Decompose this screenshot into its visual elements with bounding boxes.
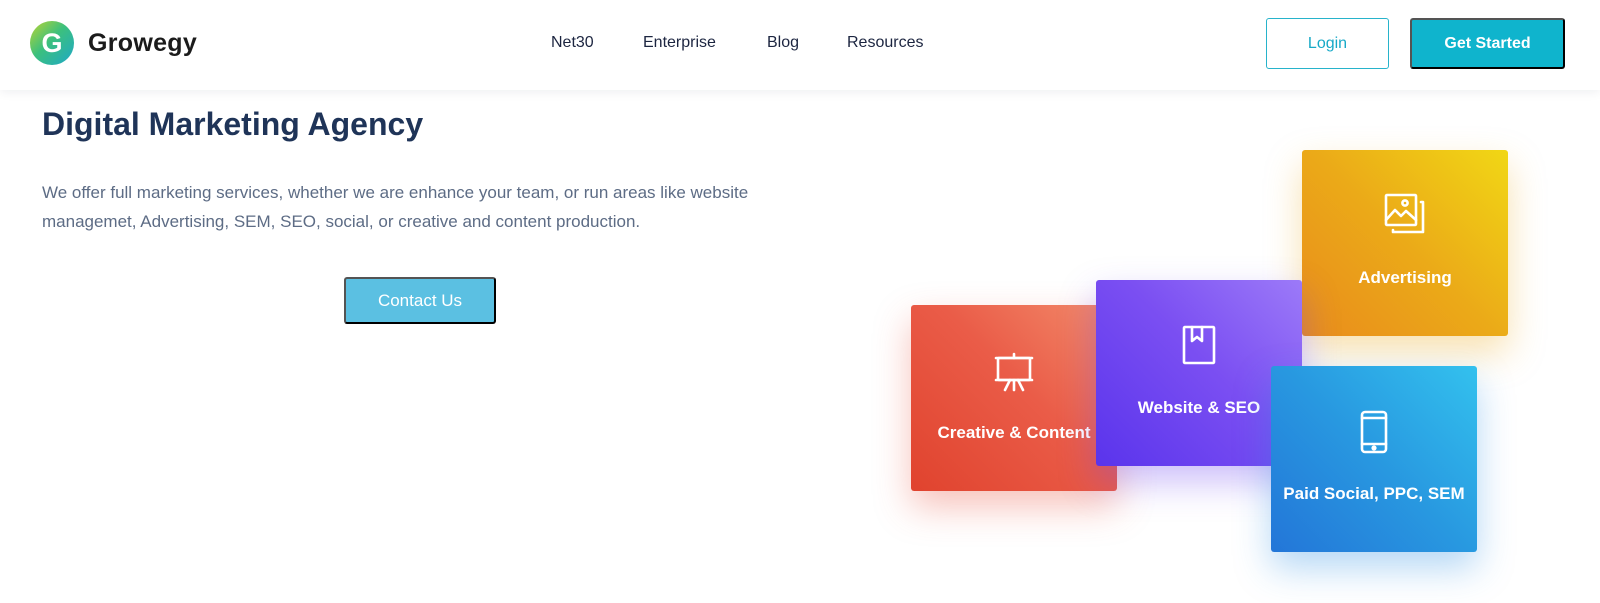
login-button[interactable]: Login [1266, 18, 1389, 69]
service-card-paid-social[interactable]: Paid Social, PPC, SEM [1271, 366, 1477, 552]
site-header: G Growegy Net30 Enterprise Blog Resource… [0, 0, 1600, 90]
nav-enterprise[interactable]: Enterprise [643, 34, 716, 52]
service-card-creative-content[interactable]: Creative & Content [911, 305, 1117, 491]
image-gallery-icon [1302, 192, 1508, 236]
contact-us-button[interactable]: Contact Us [344, 277, 496, 324]
nav-resources[interactable]: Resources [847, 34, 923, 52]
growegy-logo[interactable]: G Growegy [30, 21, 197, 65]
service-card-advertising[interactable]: Advertising [1302, 150, 1508, 336]
nav-net30[interactable]: Net30 [551, 34, 594, 52]
service-label: Paid Social, PPC, SEM [1283, 484, 1465, 503]
tablet-icon [1271, 410, 1477, 454]
service-label: Creative & Content [937, 423, 1091, 442]
hero-description: We offer full marketing services, whethe… [42, 183, 749, 231]
page-title: Digital Marketing Agency [42, 106, 424, 142]
get-started-button[interactable]: Get Started [1410, 18, 1565, 69]
easel-icon [911, 351, 1117, 393]
bookmark-book-icon [1096, 324, 1302, 366]
logo-mark-icon: G [30, 21, 74, 65]
nav-blog[interactable]: Blog [767, 34, 799, 52]
logo-text: Growegy [88, 28, 198, 57]
service-label: Advertising [1358, 268, 1452, 287]
